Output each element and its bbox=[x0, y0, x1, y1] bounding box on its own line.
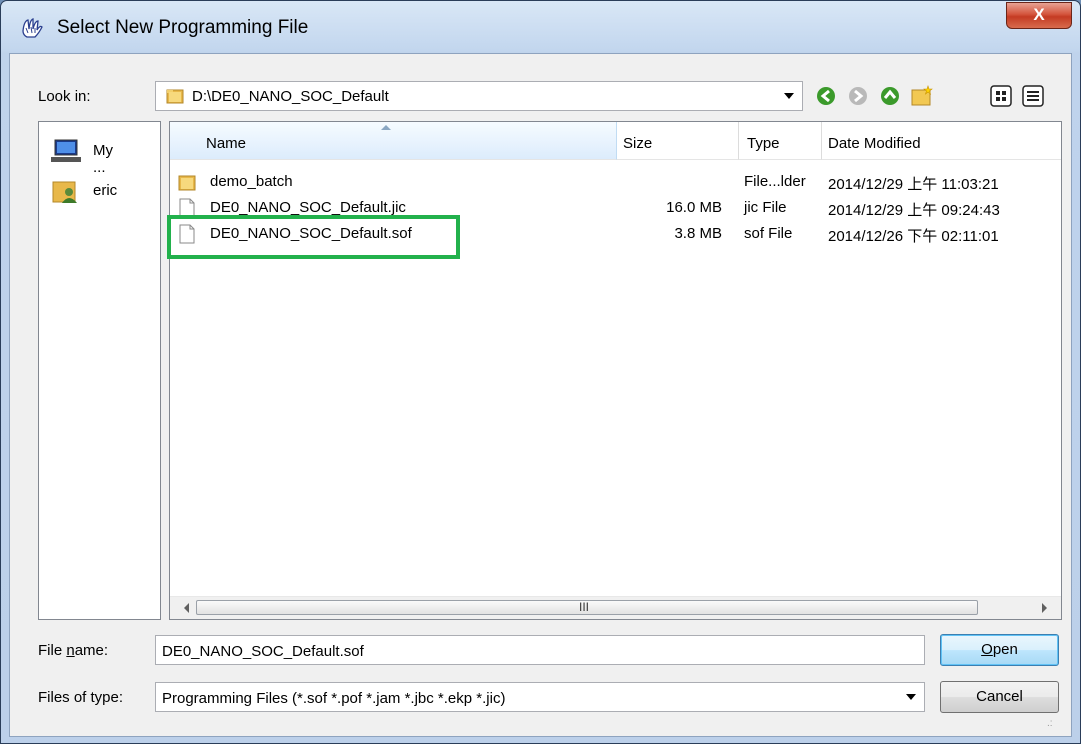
detail-view-icon[interactable] bbox=[1020, 83, 1046, 109]
column-header-type[interactable]: Type bbox=[739, 122, 822, 160]
sidebar-item-label: My ... bbox=[93, 142, 113, 176]
lookin-combobox[interactable]: D:\DE0_NANO_SOC_Default bbox=[155, 81, 803, 111]
filetype-label: Files of type: bbox=[38, 689, 124, 706]
column-header-date[interactable]: Date Modified bbox=[822, 122, 1061, 160]
table-row[interactable]: demo_batch File...lder 2014/12/29 上午 11:… bbox=[170, 169, 1061, 195]
up-folder-icon[interactable] bbox=[877, 83, 903, 109]
filename-label: File name: bbox=[38, 642, 109, 659]
new-folder-icon[interactable] bbox=[909, 83, 935, 109]
window-title: Select New Programming File bbox=[57, 17, 309, 38]
cancel-button[interactable]: Cancel bbox=[940, 681, 1059, 713]
close-button[interactable]: X bbox=[1006, 2, 1072, 29]
user-folder-icon bbox=[52, 181, 77, 203]
filetype-select[interactable]: Programming Files (*.sof *.pof *.jam *.j… bbox=[155, 682, 925, 712]
file-date: 2014/12/29 上午 09:24:43 bbox=[828, 202, 1000, 219]
lookin-label: Look in: bbox=[38, 88, 91, 105]
selection-highlight bbox=[167, 215, 460, 259]
horizontal-scrollbar[interactable]: III bbox=[170, 596, 1061, 619]
folder-icon bbox=[178, 175, 196, 191]
chevron-down-icon[interactable] bbox=[906, 694, 916, 700]
scrollbar-thumb[interactable]: III bbox=[196, 600, 978, 615]
file-dialog-window: Select New Programming File X Look in: D… bbox=[0, 0, 1081, 744]
forward-icon[interactable] bbox=[845, 83, 871, 109]
resize-grip-icon[interactable]: .: bbox=[1047, 718, 1053, 729]
app-icon bbox=[22, 18, 43, 38]
filename-input[interactable]: DE0_NANO_SOC_Default.sof bbox=[155, 635, 925, 665]
lookin-path: D:\DE0_NANO_SOC_Default bbox=[192, 88, 389, 105]
file-size: 3.8 MB bbox=[674, 225, 722, 242]
file-type: sof File bbox=[744, 225, 793, 242]
scroll-left-icon[interactable] bbox=[184, 603, 189, 613]
sidebar-item-label: eric bbox=[93, 182, 118, 199]
title-bar[interactable]: Select New Programming File X bbox=[1, 1, 1080, 53]
file-list: Name Size Type Date Modified demo_batch … bbox=[169, 121, 1062, 620]
file-name: DE0_NANO_SOC_Default.jic bbox=[210, 199, 406, 216]
file-date: 2014/12/26 下午 02:11:01 bbox=[828, 228, 999, 245]
list-view-icon[interactable] bbox=[988, 83, 1014, 109]
computer-icon bbox=[51, 139, 81, 162]
file-type: jic File bbox=[744, 199, 787, 216]
sort-ascending-icon bbox=[381, 125, 391, 130]
file-date: 2014/12/29 上午 11:03:21 bbox=[828, 176, 999, 193]
file-type: File...lder bbox=[744, 173, 806, 190]
back-icon[interactable] bbox=[813, 83, 839, 109]
file-name: demo_batch bbox=[210, 173, 293, 190]
scrollbar-grip: III bbox=[579, 600, 590, 614]
scroll-right-icon[interactable] bbox=[1042, 603, 1047, 613]
folder-icon bbox=[166, 89, 184, 104]
column-header-name[interactable]: Name bbox=[170, 122, 617, 160]
column-header-size[interactable]: Size bbox=[617, 122, 739, 160]
file-size: 16.0 MB bbox=[666, 199, 722, 216]
chevron-down-icon[interactable] bbox=[784, 93, 794, 99]
open-button[interactable]: Open bbox=[940, 634, 1059, 666]
places-sidebar: My ... eric bbox=[38, 121, 161, 620]
